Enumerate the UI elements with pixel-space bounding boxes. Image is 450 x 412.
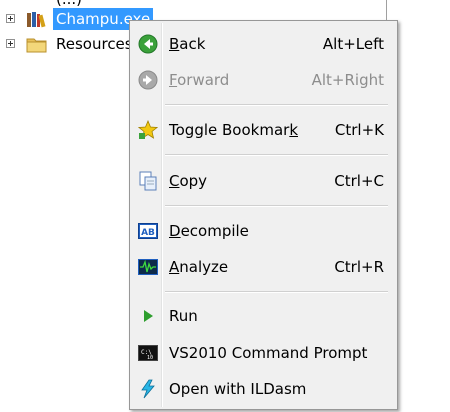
decompile-ab-icon: AB	[138, 223, 158, 239]
menu-item-copy[interactable]: Copy Ctrl+C	[132, 165, 395, 197]
ildasm-bolt-icon	[141, 379, 155, 399]
context-menu: Back Alt+Left Forward Alt+Right Toggle B…	[129, 20, 398, 410]
tree-right-border	[386, 0, 387, 20]
copy-icon	[139, 171, 157, 191]
menu-item-shortcut: Alt+Right	[311, 71, 384, 89]
menu-item-label: Toggle Bookmark	[169, 121, 298, 139]
expand-plus-icon[interactable]	[6, 39, 15, 48]
svg-text:10: 10	[147, 355, 153, 361]
menu-item-forward[interactable]: Forward Alt+Right	[132, 64, 395, 96]
bookmark-star-icon	[138, 120, 158, 139]
menu-separator	[165, 291, 388, 293]
partially-visible-tree-item: (...)	[56, 0, 82, 8]
menu-item-shortcut: Ctrl+C	[334, 172, 384, 190]
menu-item-shortcut: Ctrl+R	[334, 258, 384, 276]
menu-item-decompile[interactable]: AB Decompile	[132, 215, 395, 247]
menu-item-back[interactable]: Back Alt+Left	[132, 28, 395, 60]
menu-item-label: Decompile	[169, 222, 249, 240]
expand-plus-icon[interactable]	[6, 14, 15, 23]
menu-item-command-prompt[interactable]: C:\ 10 VS2010 Command Prompt	[132, 337, 395, 369]
menu-item-label: Forward	[169, 71, 230, 89]
menu-item-run[interactable]: Run	[132, 300, 395, 332]
menu-item-toggle-bookmark[interactable]: Toggle Bookmark Ctrl+K	[132, 114, 395, 146]
run-play-icon	[144, 310, 153, 322]
menu-item-label: VS2010 Command Prompt	[169, 344, 368, 362]
command-prompt-icon: C:\ 10	[138, 345, 158, 361]
menu-item-analyze[interactable]: Analyze Ctrl+R	[132, 251, 395, 283]
back-arrow-icon	[138, 34, 158, 54]
menu-item-label: Copy	[169, 172, 208, 190]
menu-item-open-ildasm[interactable]: Open with ILDasm	[132, 373, 395, 405]
menu-separator	[165, 154, 388, 156]
assembly-books-icon	[27, 12, 46, 28]
menu-item-shortcut: Alt+Left	[322, 35, 384, 53]
menu-item-label: Run	[169, 307, 198, 325]
menu-item-label: Back	[169, 35, 206, 53]
tree-node-label[interactable]: Resources	[53, 33, 136, 55]
folder-icon	[26, 38, 47, 53]
forward-arrow-icon	[138, 70, 158, 90]
svg-text:AB: AB	[141, 228, 155, 238]
menu-separator	[165, 104, 388, 106]
menu-item-label: Open with ILDasm	[169, 380, 307, 398]
menu-item-label: Analyze	[169, 258, 229, 276]
analyze-waveform-icon	[138, 259, 158, 275]
menu-separator	[165, 205, 388, 207]
menu-item-shortcut: Ctrl+K	[334, 121, 384, 139]
